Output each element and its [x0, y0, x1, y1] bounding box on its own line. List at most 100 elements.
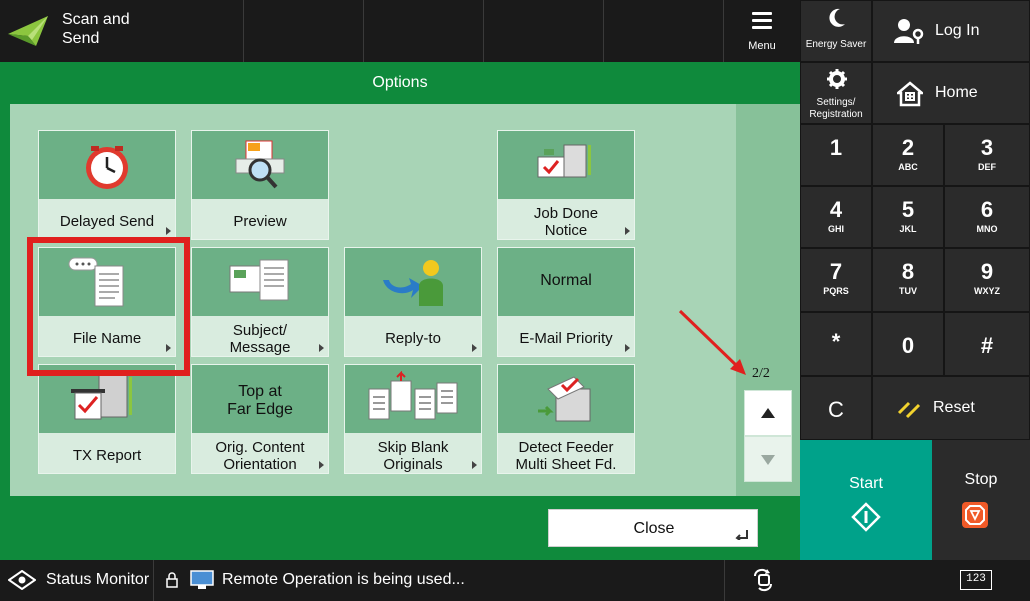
status-monitor-button[interactable]: Status Monitor: [0, 560, 154, 601]
app-slot-3[interactable]: [364, 0, 484, 62]
settings-registration-button[interactable]: Settings/ Registration: [800, 62, 872, 124]
clear-button[interactable]: C: [800, 376, 872, 440]
key-asterisk[interactable]: *: [800, 312, 872, 376]
eye-diamond-icon: [8, 570, 36, 590]
job-done-notice-icon: [537, 144, 591, 178]
key-8[interactable]: 8 TUV: [872, 248, 944, 312]
stop-label: Stop: [964, 471, 998, 488]
tile-label: Detect Feeder Multi Sheet Fd.: [498, 439, 634, 473]
key-digit: 6: [980, 197, 994, 222]
tile-detect-feeder-multi-sheet[interactable]: Detect Feeder Multi Sheet Fd.: [497, 364, 635, 474]
key-4[interactable]: 4 GHI: [800, 186, 872, 248]
start-diamond-icon: [851, 502, 881, 532]
key-digit: 8: [901, 259, 915, 284]
input-mode-indicator[interactable]: 123: [960, 570, 992, 590]
login-label: Log In: [935, 22, 980, 39]
tx-report-icon: [71, 374, 132, 420]
menu-button[interactable]: Menu: [724, 0, 800, 62]
tile-label-line1: Detect Feeder: [518, 439, 614, 456]
app-slot-4[interactable]: [484, 0, 604, 62]
options-title: Options: [372, 74, 428, 91]
energy-saver-button[interactable]: Energy Saver: [800, 0, 872, 62]
right-status-area: [800, 560, 1030, 601]
key-letters: TUV: [899, 286, 917, 296]
tile-label-line1: Orig. Content: [215, 439, 305, 456]
key-1[interactable]: 1: [800, 124, 872, 186]
reset-icon: [897, 401, 921, 419]
lock-icon: [166, 572, 178, 588]
start-button[interactable]: Start: [800, 440, 932, 560]
key-9[interactable]: 9 WXYZ: [944, 248, 1030, 312]
tile-orig-content-orientation[interactable]: Top at Far Edge Orig. Content Orientatio…: [191, 364, 329, 474]
orientation-value-line1: Top at: [238, 383, 282, 400]
stop-icon: [962, 502, 988, 528]
tile-job-done-notice[interactable]: Job Done Notice: [497, 130, 635, 240]
remote-operation-button[interactable]: [724, 560, 800, 601]
tile-label: Reply-to: [385, 330, 441, 347]
scroll-up-button[interactable]: [744, 390, 792, 436]
tile-subject-message[interactable]: Subject/ Message: [191, 247, 329, 357]
key-digit: 2: [901, 135, 915, 160]
tile-reply-to[interactable]: Reply-to: [344, 247, 482, 357]
tile-email-priority[interactable]: Normal E-Mail Priority: [497, 247, 635, 357]
settings-label: Settings/ Registration: [801, 97, 871, 121]
key-5[interactable]: 5 JKL: [872, 186, 944, 248]
tile-label-line2: Notice: [544, 222, 588, 239]
tile-label: Delayed Send: [59, 213, 155, 230]
clock-icon: [86, 146, 128, 189]
key-letters: ABC: [898, 162, 918, 172]
tile-skip-blank-originals[interactable]: Skip Blank Originals: [344, 364, 482, 474]
key-digit: 4: [829, 197, 843, 222]
annotation-arrow: [678, 309, 746, 375]
key-letters: JKL: [899, 224, 917, 234]
tile-label-line2: Message: [229, 339, 291, 356]
key-letters: MNO: [976, 224, 998, 234]
stop-button[interactable]: Stop: [932, 440, 1030, 560]
key-digit: 9: [980, 259, 994, 284]
app-slot-2[interactable]: [244, 0, 364, 62]
key-hash[interactable]: #: [944, 312, 1030, 376]
app-title-line1: Scan and: [62, 11, 130, 28]
key-3[interactable]: 3 DEF: [944, 124, 1030, 186]
detect-feeder-icon: [538, 376, 591, 422]
tile-label-line2: Multi Sheet Fd.: [515, 456, 617, 473]
moon-icon: [829, 8, 845, 27]
input-mode-label: 123: [966, 573, 986, 585]
key-digit: 3: [980, 135, 994, 160]
key-letters: PQRS: [823, 286, 849, 296]
status-monitor-label: Status Monitor: [46, 571, 150, 588]
reset-button[interactable]: Reset: [872, 376, 1030, 440]
settings-label-line1: Settings/: [816, 97, 856, 108]
key-digit: 5: [901, 197, 915, 222]
home-button[interactable]: Home: [872, 62, 1030, 124]
reset-label: Reset: [933, 399, 975, 416]
tile-label: TX Report: [72, 447, 142, 464]
tile-label: Job Done Notice: [498, 205, 634, 239]
preview-magnifier-icon: [235, 140, 285, 189]
app-title-segment[interactable]: Scan and Send: [0, 0, 244, 62]
tile-preview[interactable]: Preview: [191, 130, 329, 240]
close-button[interactable]: Close: [548, 509, 758, 547]
menu-icon: [752, 12, 772, 33]
scroll-down-button[interactable]: [744, 436, 792, 482]
key-2[interactable]: 2 ABC: [872, 124, 944, 186]
user-key-icon: [894, 19, 924, 44]
menu-label: Menu: [748, 40, 776, 52]
tile-label: E-Mail Priority: [519, 330, 613, 347]
tile-label: Skip Blank Originals: [345, 439, 481, 473]
key-6[interactable]: 6 MNO: [944, 186, 1030, 248]
key-0[interactable]: 0: [872, 312, 944, 376]
key-digit: 1: [829, 135, 843, 160]
tile-label-line2: Orientation: [223, 456, 297, 473]
tile-delayed-send[interactable]: Delayed Send: [38, 130, 176, 240]
tile-tx-report[interactable]: TX Report: [38, 364, 176, 474]
app-slot-5[interactable]: [604, 0, 724, 62]
settings-label-line2: Registration: [809, 109, 863, 120]
triangle-down-icon: [761, 455, 775, 465]
remote-connection-icon: [754, 568, 772, 592]
key-7[interactable]: 7 PQRS: [800, 248, 872, 312]
login-button[interactable]: Log In: [872, 0, 1030, 62]
enter-return-icon: [735, 530, 748, 540]
key-letters: DEF: [978, 162, 996, 172]
home-label: Home: [935, 84, 978, 101]
